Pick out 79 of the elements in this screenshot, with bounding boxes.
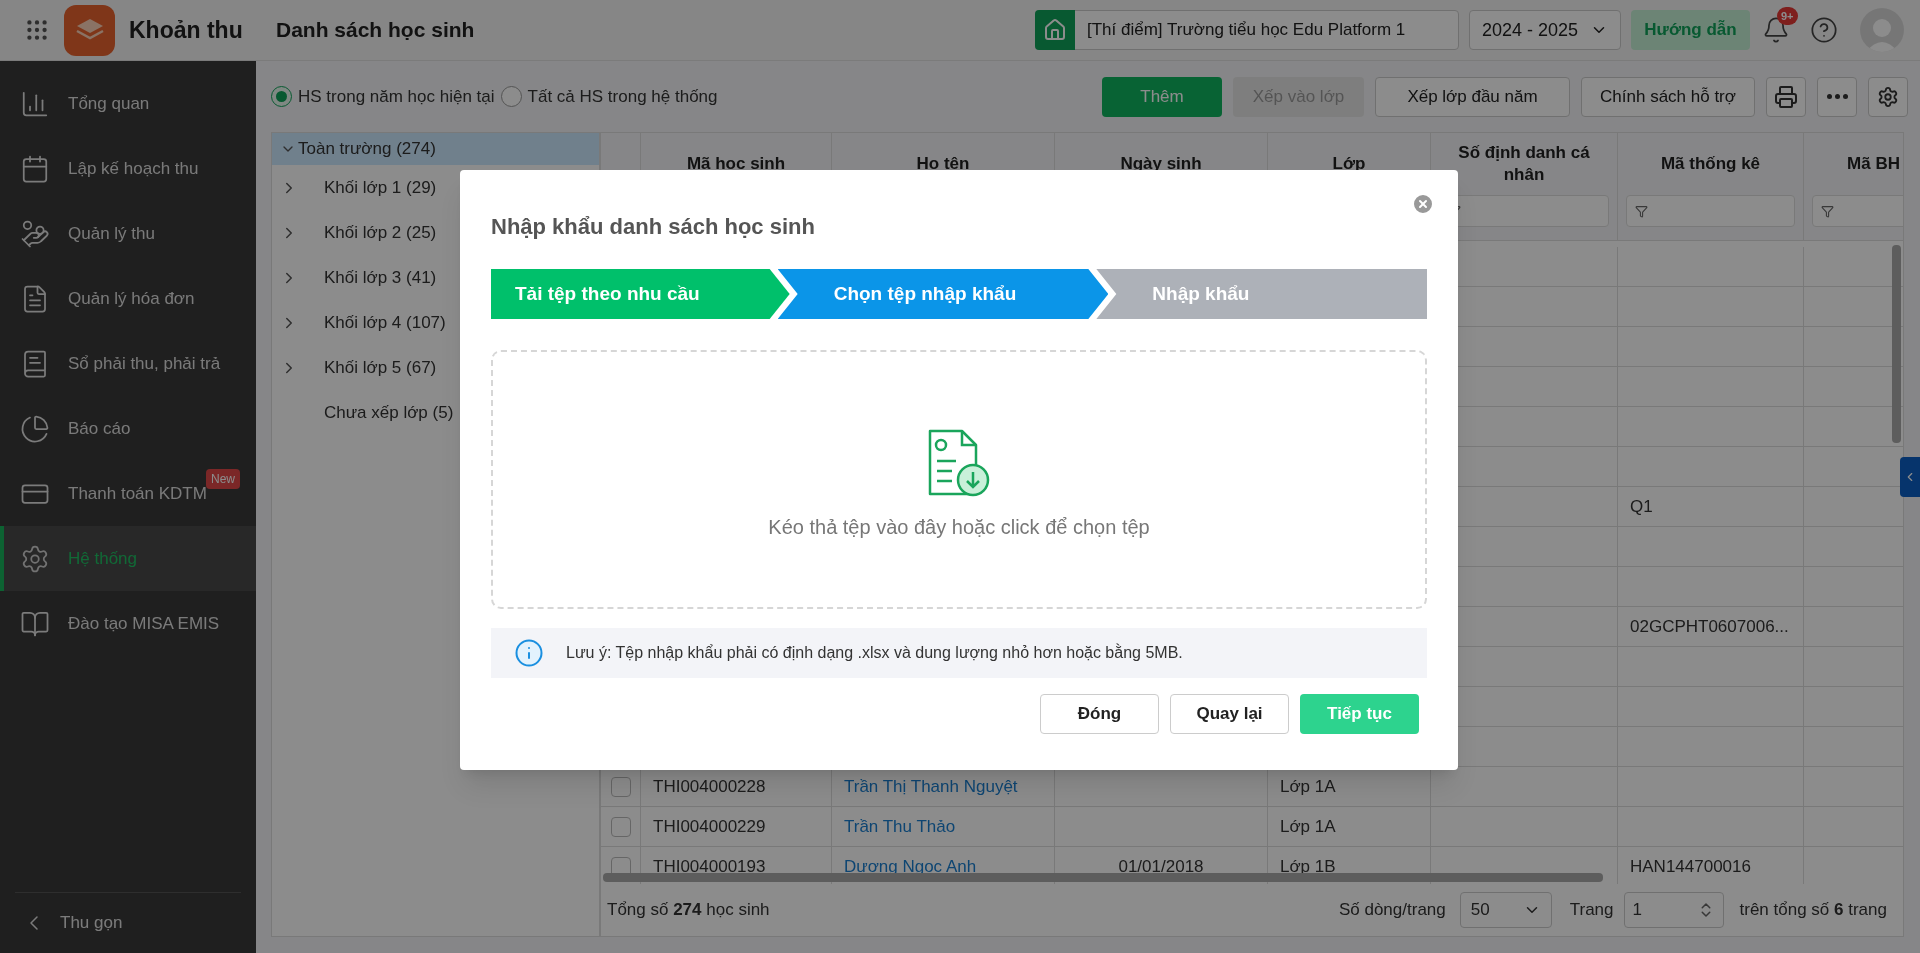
table-cell-text: Lớp 1A — [1280, 815, 1336, 838]
import-step: Nhập khẩu — [1096, 269, 1427, 319]
tree-item[interactable]: Toàn trường (274) — [272, 133, 599, 165]
dialog-title: Nhập khẩu danh sách học sinh — [491, 213, 816, 241]
printer-icon — [1774, 84, 1798, 109]
import-step: Chọn tệp nhập khẩu — [777, 269, 1109, 319]
collapse-button[interactable]: Thu gọn — [0, 893, 256, 953]
hand-coin-icon — [20, 218, 50, 249]
rows-per-page-label: Số dòng/trang — [1338, 899, 1446, 922]
vertical-scrollbar[interactable] — [1892, 245, 1901, 443]
table-cell-text: THI004000228 — [653, 775, 766, 798]
sidebar-item[interactable]: Thanh toán KDTM New — [0, 461, 256, 526]
filter-icon — [1635, 204, 1648, 218]
page-title: Danh sách học sinh — [276, 17, 475, 44]
sidebar-item[interactable]: Báo cáo — [0, 396, 256, 461]
page-field[interactable]: 1 — [1623, 892, 1724, 928]
import-step: Tải tệp theo nhu cầu — [491, 269, 790, 319]
radio-label[interactable]: Tất cả HS trong hệ thống — [527, 83, 718, 110]
row-checkbox[interactable] — [610, 776, 631, 797]
print-button[interactable] — [1766, 76, 1806, 117]
more-button[interactable] — [1817, 76, 1857, 117]
table-cell-text: Lớp 1A — [1280, 775, 1336, 798]
student-name-link[interactable]: Trần Thu Thảo — [844, 813, 956, 840]
app-grid-icon[interactable] — [24, 17, 50, 43]
radio-label[interactable]: HS trong năm học hiện tại — [298, 83, 495, 110]
help-icon[interactable] — [1810, 16, 1838, 44]
sidebar-item[interactable]: Lập kế hoạch thu — [0, 136, 256, 201]
column-filter-field[interactable] — [1626, 195, 1795, 227]
settings-button[interactable] — [1868, 76, 1908, 117]
new-badge: New — [206, 469, 240, 489]
calendar-icon — [20, 153, 50, 184]
tree-item[interactable]: Khối lớp 1 (29) — [272, 165, 599, 210]
sidebar-item[interactable]: Sổ phải thu, phải trả — [0, 331, 256, 396]
horizontal-scrollbar[interactable] — [603, 873, 1603, 882]
page-label: Trang — [1569, 899, 1614, 922]
table-cell-text: Q1 — [1630, 495, 1653, 518]
radio-button[interactable] — [271, 86, 292, 107]
toolbar-button[interactable]: Chính sách hỗ trợ — [1581, 76, 1755, 117]
row-checkbox[interactable] — [610, 816, 631, 837]
app-name: Khoản thu — [129, 15, 243, 45]
side-panel-toggle[interactable] — [1900, 457, 1920, 497]
student-name-link[interactable]: Trần Thị Thanh Nguyệt — [844, 773, 1018, 800]
table-cell-text: HAN144700016 — [1630, 855, 1751, 878]
home-icon — [1043, 18, 1067, 42]
info-icon — [514, 638, 544, 668]
column-header[interactable]: Số định danh cá nhân — [1439, 142, 1609, 186]
settings-icon — [20, 543, 50, 574]
column-header[interactable]: Mã BH — [1847, 153, 1900, 175]
file-download-icon — [926, 427, 992, 498]
more-icon — [1826, 94, 1848, 99]
sidebar-item[interactable]: Đào tạo MISA EMIS — [0, 591, 256, 656]
table-cell-text: 02GCPHT0607006... — [1630, 615, 1789, 638]
filter-icon — [1821, 204, 1834, 218]
sidebar-item[interactable]: Quản lý thu — [0, 201, 256, 266]
note-text: Lưu ý: Tệp nhập khẩu phải có định dạng .xlsx và dung lượng nhỏ hơn hoặc bằng 5MB. — [566, 642, 1183, 663]
notification-badge: 9+ — [1777, 7, 1798, 25]
year-select[interactable]: 2024 - 2025 — [1469, 10, 1621, 50]
table-cell-text: Lớp 1B — [1280, 855, 1336, 878]
sidebar-item[interactable]: Quản lý hóa đơn — [0, 266, 256, 331]
total-count: Tổng số 274 học sinh — [607, 899, 770, 922]
sidebar-item[interactable]: Tổng quan — [0, 71, 256, 136]
dialog-button[interactable]: Quay lại — [1170, 694, 1289, 734]
dropzone-text: Kéo thả tệp vào đây hoặc click để chọn tệp — [768, 514, 1150, 540]
toolbar-button[interactable]: Xếp lớp đầu năm — [1375, 76, 1570, 117]
rows-per-page-select[interactable]: 50 — [1459, 892, 1552, 928]
pie-chart-icon — [20, 413, 50, 444]
dialog-button[interactable]: Đóng — [1040, 694, 1159, 734]
close-icon[interactable] — [1411, 192, 1435, 216]
radio-button[interactable] — [500, 86, 522, 107]
gear-icon — [1877, 85, 1899, 108]
file-dropzone[interactable]: Kéo thả tệp vào đây hoặc click để chọn tệp — [491, 350, 1427, 609]
page-total: trên tổng số 6 trang — [1739, 899, 1887, 922]
table-cell-text: THI004000229 — [653, 815, 766, 838]
table-cell-text: THI004000193 — [653, 855, 766, 878]
column-filter-field[interactable] — [1812, 195, 1903, 227]
school-selector[interactable]: [Thí điểm] Trường tiểu học Edu Platform 1 — [1035, 10, 1459, 50]
column-header[interactable]: Mã thống kê — [1660, 153, 1761, 175]
app-logo — [64, 4, 115, 56]
table-cell-text: 01/01/2018 — [1118, 855, 1204, 878]
